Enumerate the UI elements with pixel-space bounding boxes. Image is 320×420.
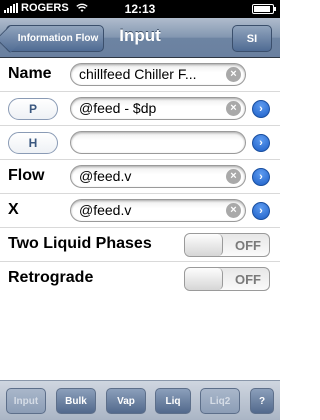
flow-field[interactable]: @feed.v × bbox=[70, 165, 246, 188]
units-button[interactable]: SI bbox=[232, 25, 272, 52]
pressure-field[interactable]: @feed - $dp × bbox=[70, 97, 246, 120]
tab-liq2[interactable]: Liq2 bbox=[200, 388, 240, 414]
disclosure-icon[interactable]: › bbox=[252, 168, 270, 186]
tab-help[interactable]: ? bbox=[250, 388, 274, 414]
pressure-row: P @feed - $dp × › bbox=[0, 92, 280, 126]
navigation-bar: Information Flow Input SI bbox=[0, 18, 280, 58]
tab-vap[interactable]: Vap bbox=[106, 388, 146, 414]
retrograde-row: Retrograde OFF bbox=[0, 262, 280, 296]
battery-icon bbox=[252, 4, 276, 14]
retrograde-label: Retrograde bbox=[8, 269, 94, 286]
status-bar: ROGERS 12:13 bbox=[0, 0, 280, 18]
battery-fill bbox=[254, 6, 270, 12]
pressure-button[interactable]: P bbox=[8, 98, 58, 120]
disclosure-icon[interactable]: › bbox=[252, 134, 270, 152]
flow-value: @feed.v bbox=[79, 168, 132, 184]
bottom-toolbar: Input Bulk Vap Liq Liq2 ? bbox=[0, 380, 280, 420]
name-row: Name chillfeed Chiller F... × bbox=[0, 58, 280, 92]
pressure-value: @feed - $dp bbox=[79, 100, 157, 116]
page-title: Input bbox=[119, 26, 161, 45]
retrograde-toggle[interactable]: OFF bbox=[184, 267, 270, 291]
input-form: Name chillfeed Chiller F... × P @feed - … bbox=[0, 58, 280, 380]
name-label: Name bbox=[8, 65, 52, 82]
two-liquid-phases-row: Two Liquid Phases OFF bbox=[0, 228, 280, 262]
enthalpy-button[interactable]: H bbox=[8, 132, 58, 154]
composition-label: X bbox=[8, 201, 19, 218]
name-field[interactable]: chillfeed Chiller F... × bbox=[70, 63, 246, 86]
toggle-knob bbox=[185, 268, 223, 290]
clear-icon[interactable]: × bbox=[226, 203, 241, 218]
back-button[interactable]: Information Flow bbox=[6, 25, 104, 52]
toggle-state: OFF bbox=[235, 272, 261, 287]
toggle-knob bbox=[185, 234, 223, 256]
toggle-state: OFF bbox=[235, 238, 261, 253]
flow-label: Flow bbox=[8, 167, 45, 184]
enthalpy-row: H › bbox=[0, 126, 280, 160]
two-liquid-phases-label: Two Liquid Phases bbox=[8, 235, 152, 252]
clear-icon[interactable]: × bbox=[226, 169, 241, 184]
tab-input[interactable]: Input bbox=[6, 388, 46, 414]
composition-field[interactable]: @feed.v × bbox=[70, 199, 246, 222]
flow-row: Flow @feed.v × › bbox=[0, 160, 280, 194]
clock: 12:13 bbox=[124, 2, 156, 16]
disclosure-icon[interactable]: › bbox=[252, 202, 270, 220]
two-liquid-phases-toggle[interactable]: OFF bbox=[184, 233, 270, 257]
clear-icon[interactable]: × bbox=[226, 67, 241, 82]
tab-liq[interactable]: Liq bbox=[155, 388, 191, 414]
name-value: chillfeed Chiller F... bbox=[79, 66, 197, 82]
composition-row: X @feed.v × › bbox=[0, 194, 280, 228]
clear-icon[interactable]: × bbox=[226, 101, 241, 116]
enthalpy-field[interactable] bbox=[70, 131, 246, 154]
tab-bulk[interactable]: Bulk bbox=[56, 388, 96, 414]
composition-value: @feed.v bbox=[79, 202, 132, 218]
disclosure-icon[interactable]: › bbox=[252, 100, 270, 118]
